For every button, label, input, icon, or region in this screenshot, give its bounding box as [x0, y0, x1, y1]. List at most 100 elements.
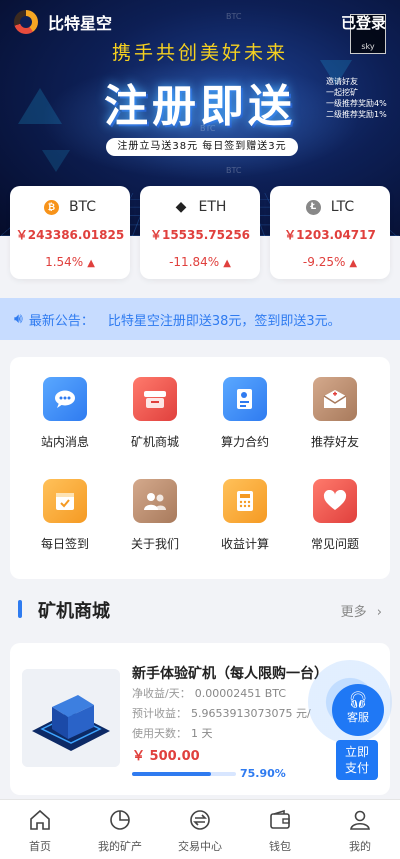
- pie-chart-icon: [110, 810, 130, 830]
- arrow-up-icon: ▲: [223, 258, 231, 269]
- menu-label: 常见问题: [310, 537, 359, 551]
- arrow-up-icon: ▲: [87, 258, 95, 269]
- price-card-btc[interactable]: ₿ BTC ￥243386.01825 1.54% ▲: [10, 186, 130, 279]
- app-brand: 比特星空: [14, 10, 112, 34]
- tab-wallet[interactable]: 钱包: [240, 800, 320, 859]
- banner-promo-text: 注册立马送38元 每日签到赠送3元: [106, 138, 298, 156]
- login-status-button[interactable]: 已登录: [341, 12, 386, 33]
- tab-home[interactable]: 首页: [0, 800, 80, 859]
- checkin-icon: [43, 479, 87, 523]
- field-value: 5.9653913073075 元/: [191, 707, 311, 720]
- tab-label: 我的矿产: [98, 840, 142, 853]
- arrow-up-icon: ▲: [349, 258, 358, 269]
- menu-item-store[interactable]: 矿机商城: [110, 377, 200, 450]
- customer-service-button[interactable]: 🎧︎ 客服: [332, 684, 384, 736]
- tab-profile[interactable]: 我的: [320, 800, 400, 859]
- coin-price: ￥15535.75256: [149, 228, 251, 242]
- menu-label: 收益计算: [220, 537, 269, 551]
- announcement-bar[interactable]: 🔊︎ 最新公告： 比特星空注册即送38元，签到即送3元。: [0, 298, 400, 340]
- section-title: 矿机商城: [38, 601, 110, 622]
- pay-label-1: 立即: [344, 745, 369, 759]
- chat-icon: [43, 377, 87, 421]
- menu-label: 推荐好友: [310, 435, 359, 449]
- store-icon: [133, 377, 177, 421]
- progress-text: 75.90%: [240, 767, 286, 780]
- field-value: 0.00002451 BTC: [194, 687, 287, 700]
- coin-change: 1.54% ▲: [10, 255, 130, 269]
- side-note-line: 一起挖矿: [326, 88, 358, 97]
- contract-icon: [223, 377, 267, 421]
- user-icon: [350, 810, 370, 830]
- about-icon: [133, 479, 177, 523]
- menu-item-messages[interactable]: 站内消息: [20, 377, 110, 450]
- pay-label-2: 支付: [344, 761, 369, 775]
- menu-label: 站内消息: [40, 435, 89, 449]
- app-title: 比特星空: [48, 14, 113, 33]
- more-link[interactable]: 更多 ›: [341, 601, 382, 620]
- headset-icon: 🎧︎: [347, 690, 369, 709]
- menu-label: 每日签到: [40, 537, 89, 551]
- coin-name: LTC: [330, 199, 355, 215]
- tab-label: 交易中心: [178, 840, 222, 853]
- coin-name: BTC: [68, 199, 97, 215]
- more-label: 更多: [340, 605, 367, 620]
- exchange-icon: [190, 810, 210, 830]
- coin-name: ETH: [198, 199, 227, 215]
- price-card-eth[interactable]: ◆ ETH ￥15535.75256 -11.84% ▲: [140, 186, 260, 279]
- coin-change: -9.25% ▲: [270, 255, 390, 269]
- bitcoin-icon: ₿: [43, 199, 59, 215]
- tab-exchange[interactable]: 交易中心: [160, 800, 240, 859]
- price-ticker: ₿ BTC ￥243386.01825 1.54% ▲ ◆ ETH ￥15535.…: [0, 186, 400, 282]
- section-header: 矿机商城 更多 ›: [0, 596, 400, 626]
- change-value: -9.25%: [302, 255, 346, 269]
- menu-item-faq[interactable]: 常见问题: [290, 479, 380, 552]
- field-label: 预计收益：: [132, 707, 187, 720]
- banner-slogan: 携手共创美好未来: [111, 42, 288, 64]
- litecoin-icon: Ł: [305, 199, 321, 215]
- announcement-title: 最新公告：: [28, 313, 94, 329]
- section-accent: [18, 600, 22, 618]
- field-value: 1 天: [191, 727, 213, 740]
- home-icon: [30, 809, 50, 830]
- bottom-tab-bar: 首页 我的矿产 交易中心 钱包 我的: [0, 799, 400, 859]
- menu-item-invite[interactable]: 推荐好友: [290, 377, 380, 450]
- field-label: 净收益/天：: [132, 687, 191, 700]
- speaker-icon: 🔊︎: [14, 311, 23, 327]
- side-note-line: 邀请好友: [326, 77, 358, 86]
- watermark: BTC: [226, 166, 242, 175]
- coin-price: ￥1203.04717: [284, 228, 376, 242]
- menu-item-calculator[interactable]: 收益计算: [200, 479, 290, 552]
- menu-item-about[interactable]: 关于我们: [110, 479, 200, 552]
- decor-triangle: [42, 150, 70, 172]
- days-row: 使用天数： 1 天: [132, 725, 213, 741]
- pay-now-button[interactable]: 立即 支付: [336, 740, 378, 780]
- coin-change: -11.84% ▲: [140, 255, 260, 269]
- service-label: 客服: [347, 711, 369, 724]
- invite-icon: [313, 377, 357, 421]
- wallet-icon: [270, 809, 290, 829]
- product-price: ￥ 500.00: [132, 749, 200, 764]
- expected-income-row: 预计收益： 5.9653913073075 元/: [132, 705, 311, 721]
- side-note-line: 一级推荐奖励4%: [326, 99, 387, 108]
- tab-label: 钱包: [269, 840, 291, 853]
- coin-price: ￥243386.01825: [15, 228, 125, 242]
- chevron-right-icon: ›: [376, 605, 382, 620]
- change-value: -11.84%: [169, 255, 220, 269]
- miner-image: [22, 669, 120, 767]
- logo-icon: [14, 10, 38, 34]
- feature-menu: 站内消息 矿机商城 算力合约 推荐好友 每日签到 关于我们 收益计算 常见问题: [10, 357, 390, 579]
- sales-progress-bar: [132, 772, 236, 776]
- menu-item-checkin[interactable]: 每日签到: [20, 479, 110, 552]
- price-card-ltc[interactable]: Ł LTC ￥1203.04717 -9.25% ▲: [270, 186, 390, 279]
- watermark: BTC: [226, 12, 242, 21]
- menu-label: 关于我们: [130, 537, 179, 551]
- menu-item-contract[interactable]: 算力合约: [200, 377, 290, 450]
- heart-icon: [313, 479, 357, 523]
- menu-label: 矿机商城: [130, 435, 179, 449]
- banner-side-note: 邀请好友 一起挖矿 一级推荐奖励4% 二级推荐奖励1%: [326, 76, 387, 120]
- net-income-row: 净收益/天： 0.00002451 BTC: [132, 685, 286, 701]
- menu-label: 算力合约: [220, 435, 269, 449]
- side-note-line: 二级推荐奖励1%: [326, 110, 387, 119]
- announcement-text: 比特星空注册即送38元，签到即送3元。: [107, 313, 341, 329]
- tab-my-mining[interactable]: 我的矿产: [80, 800, 160, 859]
